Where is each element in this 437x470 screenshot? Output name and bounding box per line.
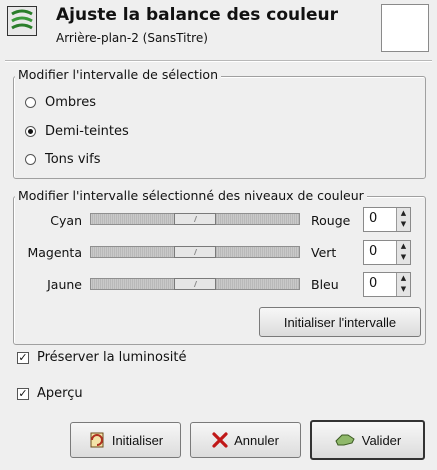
- checkbox-label: Aperçu: [37, 386, 83, 401]
- slider-left-label-magenta: Magenta: [27, 245, 82, 260]
- color-levels-label: Modifier l'intervalle sélectionné des ni…: [15, 188, 367, 203]
- reset-icon: [90, 432, 104, 448]
- radio-highlights[interactable]: Tons vifs: [25, 152, 101, 167]
- spin-value[interactable]: 0: [369, 244, 377, 259]
- spin-magenta-green[interactable]: 0 ▲ ▼: [363, 240, 411, 265]
- cancel-button[interactable]: Annuler: [190, 422, 301, 458]
- cancel-x-icon: [212, 432, 228, 448]
- spin-cyan-red[interactable]: 0 ▲ ▼: [363, 207, 411, 232]
- slider-right-label-green: Vert: [311, 245, 337, 260]
- spin-arrows-icon[interactable]: ▲ ▼: [396, 208, 410, 231]
- slider-left-label-yellow: Jaune: [47, 277, 82, 292]
- reset-button[interactable]: Initialiser: [70, 422, 181, 458]
- spin-value[interactable]: 0: [369, 211, 377, 226]
- radio-selected-dot: [28, 129, 33, 134]
- ok-label: Valider: [361, 432, 402, 448]
- ok-button[interactable]: Valider: [310, 420, 425, 460]
- radio-label: Demi-teintes: [45, 124, 129, 139]
- slider-handle[interactable]: [174, 213, 216, 225]
- dialog-title: Ajuste la balance des couleur: [56, 5, 339, 25]
- checkbox-box[interactable]: ✓: [17, 387, 29, 400]
- slider-handle[interactable]: [174, 278, 216, 290]
- reset-label: Initialiser: [111, 432, 164, 448]
- slider-right-label-red: Rouge: [311, 213, 351, 228]
- reset-range-button[interactable]: Initialiser l'intervalle: [259, 307, 421, 337]
- radio-label: Ombres: [45, 95, 96, 110]
- spin-arrows-icon[interactable]: ▲ ▼: [396, 241, 410, 264]
- preserve-luminosity-checkbox[interactable]: ✓ Préserver la luminosité: [17, 350, 186, 365]
- radio-indicator[interactable]: [25, 97, 36, 108]
- dialog-subtitle: Arrière-plan-2 (SansTitre): [56, 31, 208, 45]
- cancel-label: Annuler: [234, 432, 279, 448]
- checkbox-label: Préserver la luminosité: [37, 350, 187, 365]
- color-balance-icon: [7, 6, 37, 36]
- range-selection-label: Modifier l'intervalle de sélection: [15, 67, 221, 82]
- slider-right-label-blue: Bleu: [311, 277, 339, 292]
- radio-indicator[interactable]: [25, 126, 36, 137]
- spin-yellow-blue[interactable]: 0 ▲ ▼: [363, 272, 411, 297]
- spin-arrows-icon[interactable]: ▲ ▼: [396, 273, 410, 296]
- slider-left-label-cyan: Cyan: [50, 213, 82, 228]
- radio-midtones[interactable]: Demi-teintes: [25, 124, 129, 139]
- radio-label: Tons vifs: [45, 152, 101, 167]
- radio-indicator[interactable]: [25, 154, 36, 165]
- spin-value[interactable]: 0: [369, 276, 377, 291]
- layer-preview-thumbnail: [381, 4, 429, 52]
- slider-handle[interactable]: [174, 246, 216, 258]
- slider-cyan-red[interactable]: [90, 213, 300, 225]
- ok-hand-icon: [335, 434, 355, 446]
- slider-yellow-blue[interactable]: [90, 278, 300, 290]
- checkbox-box[interactable]: ✓: [17, 351, 29, 364]
- preview-checkbox[interactable]: ✓ Aperçu: [17, 386, 83, 401]
- header-separator: [5, 60, 432, 62]
- radio-shadows[interactable]: Ombres: [25, 95, 96, 110]
- reset-range-label: Initialiser l'intervalle: [283, 314, 397, 330]
- slider-magenta-green[interactable]: [90, 246, 300, 258]
